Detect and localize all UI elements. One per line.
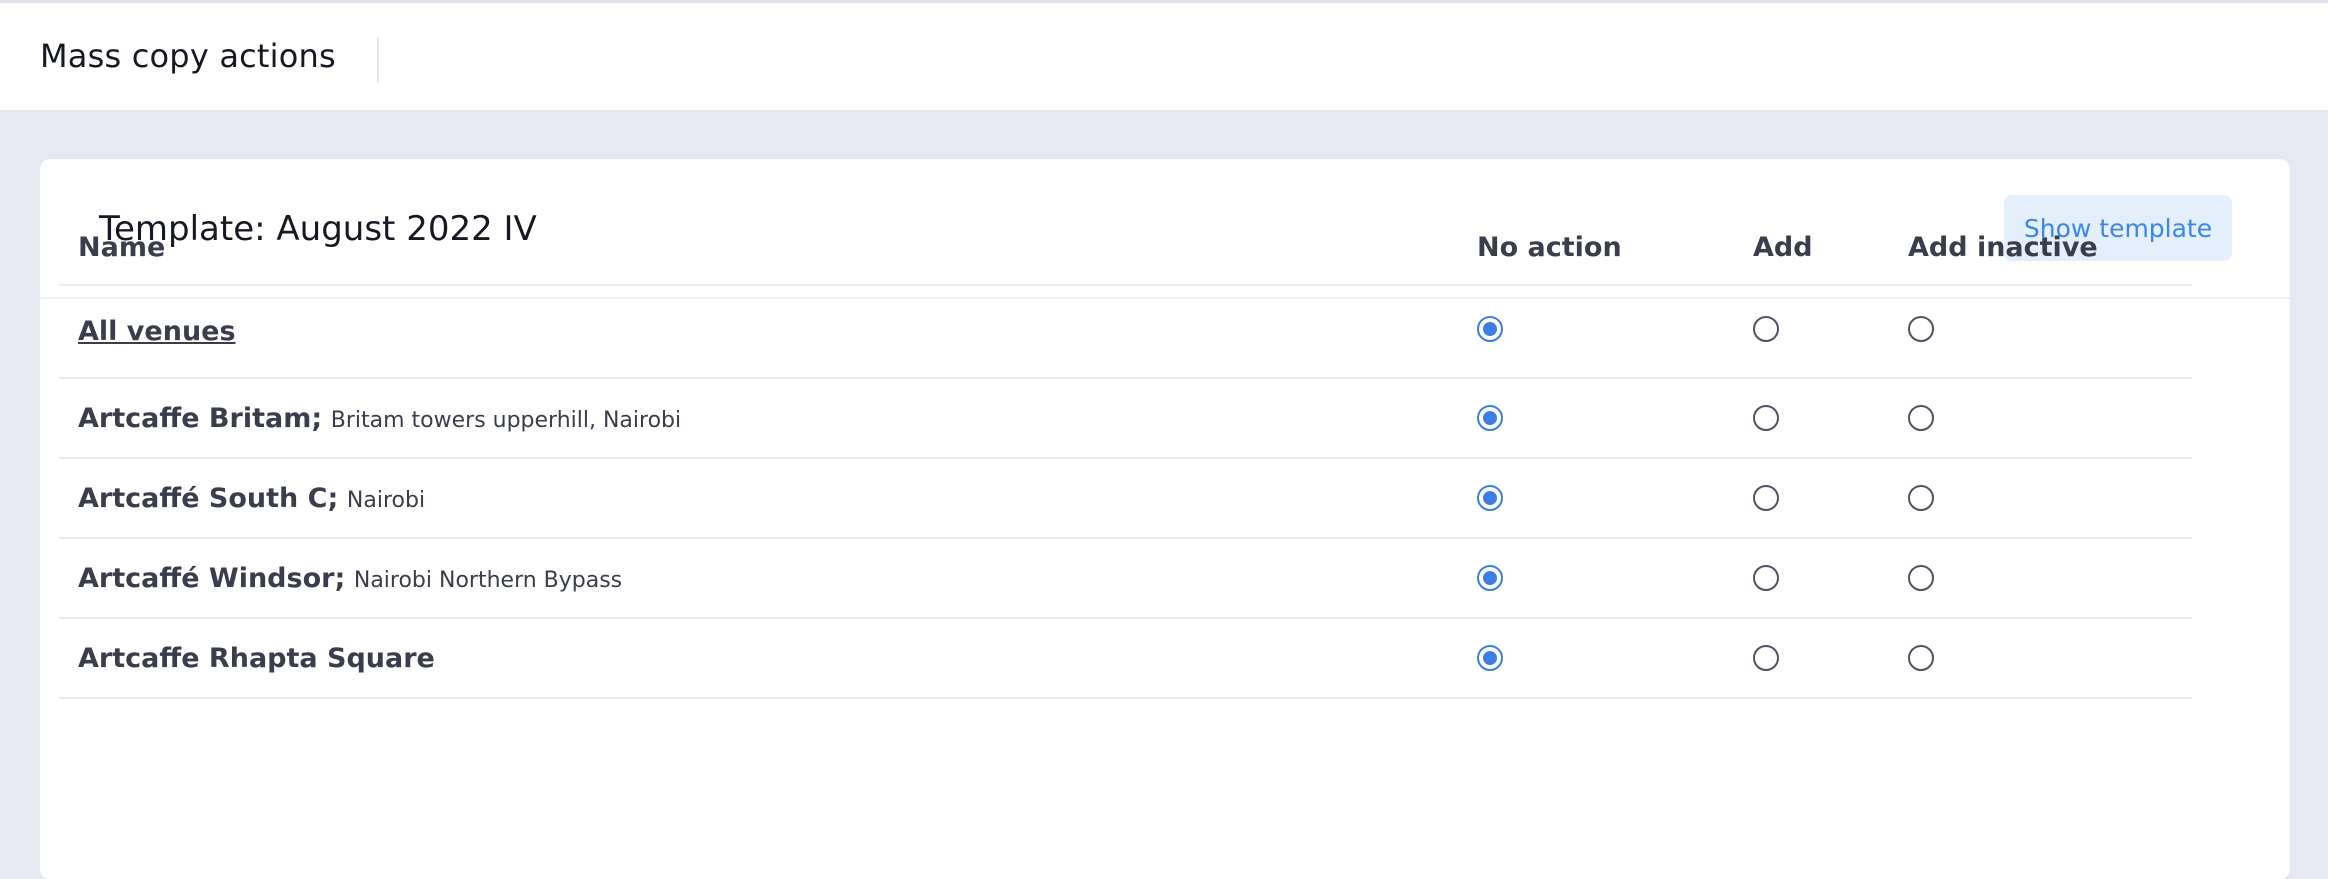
table-row: Artcaffe Britam; Britam towers upperhill… bbox=[59, 379, 2192, 459]
venue-name-cell: Artcaffe Rhapta Square bbox=[78, 641, 435, 679]
table-header-row: Name No action Add Add inactive bbox=[59, 210, 2192, 286]
venue-separator: ; bbox=[311, 403, 323, 434]
venue-location: Nairobi Northern Bypass bbox=[353, 568, 623, 593]
venue-location: Britam towers upperhill, Nairobi bbox=[330, 408, 682, 433]
top-bar: Mass copy actions bbox=[0, 0, 2328, 110]
column-header-add: Add bbox=[1753, 232, 1813, 263]
add-inactive-radio[interactable] bbox=[1908, 485, 1934, 511]
all-add-inactive-radio[interactable] bbox=[1908, 316, 1934, 342]
add-inactive-radio[interactable] bbox=[1908, 405, 1934, 431]
no-action-radio[interactable] bbox=[1477, 485, 1503, 511]
venue-actions-table: Name No action Add Add inactive All venu… bbox=[59, 210, 2192, 699]
all-venues-row: All venues bbox=[59, 286, 2192, 379]
all-venues-link[interactable]: All venues bbox=[78, 316, 236, 347]
add-inactive-radio[interactable] bbox=[1908, 645, 1934, 671]
column-header-add-inactive: Add inactive bbox=[1908, 232, 2098, 263]
venue-location: Nairobi bbox=[346, 488, 426, 513]
table-row: Artcaffe Rhapta Square bbox=[59, 619, 2192, 699]
no-action-radio[interactable] bbox=[1477, 405, 1503, 431]
all-venues-cell: All venues bbox=[78, 314, 236, 350]
add-radio[interactable] bbox=[1753, 405, 1779, 431]
add-radio[interactable] bbox=[1753, 485, 1779, 511]
table-row: Artcaffé Windsor; Nairobi Northern Bypas… bbox=[59, 539, 2192, 619]
column-header-name: Name bbox=[78, 232, 166, 263]
venue-separator: ; bbox=[327, 483, 339, 514]
venue-separator: ; bbox=[334, 563, 346, 594]
all-no-action-radio[interactable] bbox=[1477, 316, 1503, 342]
no-action-radio[interactable] bbox=[1477, 565, 1503, 591]
add-radio[interactable] bbox=[1753, 645, 1779, 671]
no-action-radio[interactable] bbox=[1477, 645, 1503, 671]
venue-name: Artcaffe Rhapta Square bbox=[78, 643, 435, 674]
venue-name-cell: Artcaffé South C; Nairobi bbox=[78, 481, 425, 519]
venue-name: Artcaffe Britam bbox=[78, 403, 312, 434]
column-header-no-action: No action bbox=[1477, 232, 1622, 263]
page-title: Mass copy actions bbox=[40, 37, 336, 75]
venue-name-cell: Artcaffé Windsor; Nairobi Northern Bypas… bbox=[78, 561, 622, 599]
venue-name: Artcaffé Windsor bbox=[78, 563, 335, 594]
venue-name: Artcaffé South C bbox=[78, 483, 328, 514]
all-add-radio[interactable] bbox=[1753, 316, 1779, 342]
venue-name-cell: Artcaffe Britam; Britam towers upperhill… bbox=[78, 401, 681, 439]
add-inactive-radio[interactable] bbox=[1908, 565, 1934, 591]
add-radio[interactable] bbox=[1753, 565, 1779, 591]
title-divider bbox=[377, 37, 379, 83]
table-row: Artcaffé South C; Nairobi bbox=[59, 459, 2192, 539]
